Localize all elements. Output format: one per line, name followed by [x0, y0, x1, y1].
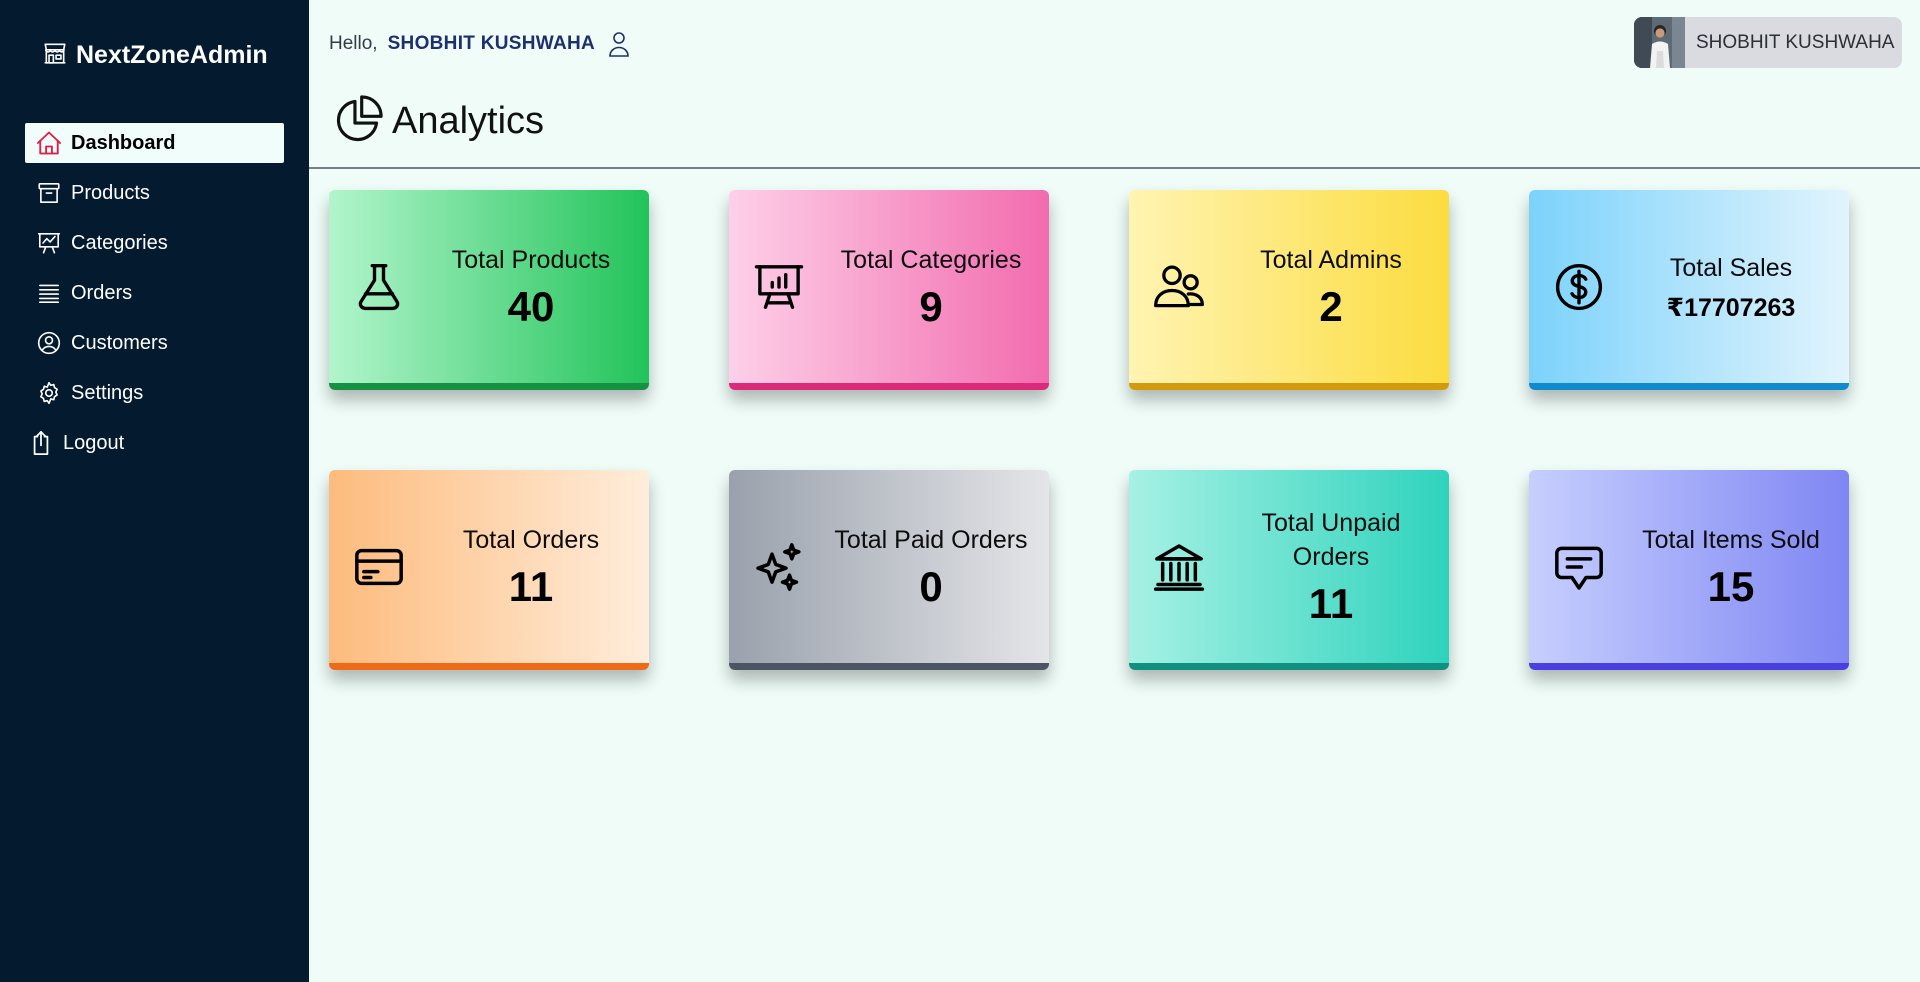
sidebar-item-label: Dashboard	[71, 131, 176, 154]
sidebar-item-categories[interactable]: Categories	[25, 223, 284, 263]
greeting-text: Hello,	[329, 33, 378, 54]
archive-box-icon	[35, 179, 63, 207]
sparkles-icon	[751, 539, 807, 595]
avatar[interactable]	[1634, 17, 1685, 68]
stat-card-value: 15	[1707, 562, 1755, 610]
sidebar-item-label: Orders	[71, 281, 133, 304]
greeting: Hello, SHOBHIT KUSHWAHA	[329, 30, 631, 58]
home-icon	[35, 129, 63, 157]
sidebar-item-orders[interactable]: Orders	[25, 273, 284, 313]
presentation-chart-icon	[35, 229, 63, 257]
sidebar-item-logout[interactable]: Logout	[25, 423, 284, 463]
presentation-chart-icon	[751, 259, 807, 315]
sidebar-nav: Dashboard Products Categories Orders Cus…	[25, 123, 284, 473]
gear-icon	[35, 379, 63, 407]
page-title: Analytics	[332, 92, 544, 151]
brand[interactable]: NextZoneAdmin	[42, 40, 268, 71]
user-icon[interactable]	[607, 30, 631, 58]
stat-card-total-products[interactable]: Total Products 40	[329, 190, 649, 390]
header-divider	[309, 167, 1920, 169]
logout-icon	[27, 429, 55, 457]
chat-bubble-icon	[1551, 539, 1607, 595]
stat-card-total-admins[interactable]: Total Admins 2	[1129, 190, 1449, 390]
stat-card-total-categories[interactable]: Total Categories 9	[729, 190, 1049, 390]
sidebar-item-label: Categories	[71, 231, 168, 254]
stat-card-value: 2	[1319, 282, 1343, 330]
stat-card-label: Total Admins	[1260, 245, 1402, 274]
sidebar-item-label: Customers	[71, 331, 168, 354]
profile-name: SHOBHIT KUSHWAHA	[1696, 31, 1895, 53]
stat-card-content: Total Categories 9	[819, 190, 1043, 383]
user-circle-icon	[35, 329, 63, 357]
sidebar-item-dashboard[interactable]: Dashboard	[25, 123, 284, 163]
stat-card-label: Total Unpaid Orders	[1261, 508, 1401, 571]
stat-card-total-items-sold[interactable]: Total Items Sold 15	[1529, 470, 1849, 670]
credit-card-icon	[351, 539, 407, 595]
bank-icon	[1151, 539, 1207, 595]
pie-chart-icon	[332, 92, 386, 151]
stat-card-content: Total Orders 11	[419, 470, 643, 663]
stat-card-label: Total Items Sold	[1642, 525, 1820, 554]
sidebar-item-customers[interactable]: Customers	[25, 323, 284, 363]
profile-chip[interactable]: SHOBHIT KUSHWAHA	[1634, 17, 1902, 68]
stat-card-total-unpaid-orders[interactable]: Total Unpaid Orders 11	[1129, 470, 1449, 670]
stat-card-label: Total Orders	[462, 525, 600, 554]
stat-card-value: 11	[1308, 579, 1354, 627]
greeting-username: SHOBHIT KUSHWAHA	[387, 33, 596, 54]
stat-card-content: Total Paid Orders 0	[819, 470, 1043, 663]
store-icon	[42, 40, 68, 71]
stat-card-total-orders[interactable]: Total Orders 11	[329, 470, 649, 670]
page-title-text: Analytics	[392, 100, 545, 142]
stat-card-label: Total Sales	[1669, 253, 1793, 282]
dollar-circle-icon	[1551, 259, 1607, 315]
stat-card-label: Total Paid Orders	[834, 525, 1028, 554]
sidebar-item-settings[interactable]: Settings	[25, 373, 284, 413]
sidebar: NextZoneAdmin Dashboard Products Categor…	[0, 0, 309, 982]
stat-card-value: 40	[507, 282, 555, 330]
beaker-icon	[351, 259, 407, 315]
stat-card-value: ₹17707263	[1666, 293, 1796, 322]
stat-card-value: 0	[919, 562, 943, 610]
stat-card-content: Total Unpaid Orders 11	[1219, 470, 1443, 663]
sidebar-item-products[interactable]: Products	[25, 173, 284, 213]
stat-card-label: Total Categories	[840, 245, 1022, 274]
stat-card-content: Total Admins 2	[1219, 190, 1443, 383]
stat-card-value: 11	[508, 562, 554, 610]
sidebar-item-label: Products	[71, 181, 150, 204]
stat-card-label: Total Products	[451, 245, 611, 274]
stat-card-content: Total Items Sold 15	[1619, 470, 1843, 663]
queue-list-icon	[35, 279, 63, 307]
brand-name: NextZoneAdmin	[76, 41, 268, 69]
stat-card-value: 9	[919, 282, 943, 330]
stat-card-content: Total Sales ₹17707263	[1619, 190, 1843, 383]
sidebar-item-label: Settings	[71, 381, 144, 404]
sidebar-item-label: Logout	[63, 431, 125, 454]
stat-card-total-paid-orders[interactable]: Total Paid Orders 0	[729, 470, 1049, 670]
stat-card-total-sales[interactable]: Total Sales ₹17707263	[1529, 190, 1849, 390]
stat-card-content: Total Products 40	[419, 190, 643, 383]
users-icon	[1151, 259, 1207, 315]
